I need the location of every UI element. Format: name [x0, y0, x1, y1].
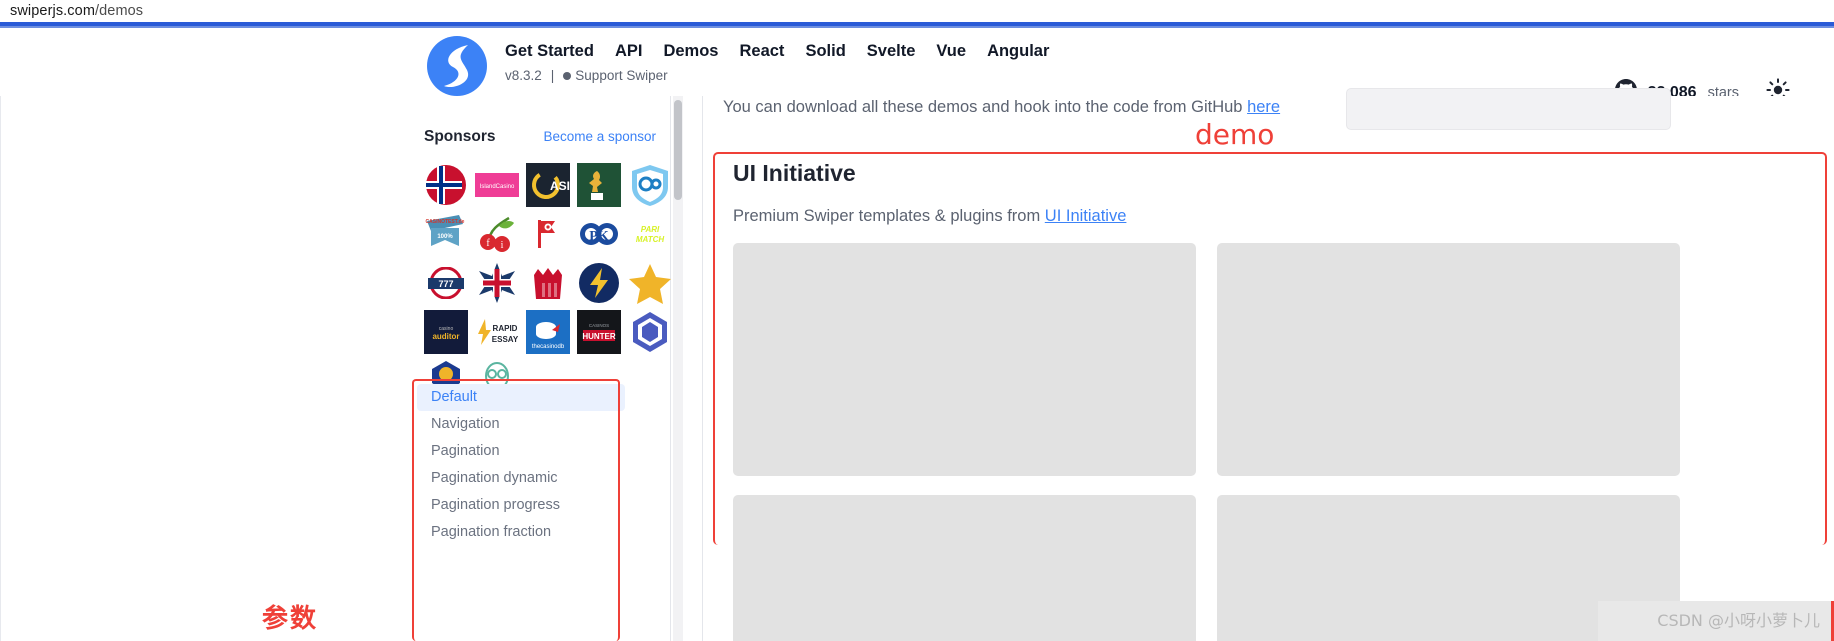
nav-get-started[interactable]: Get Started: [505, 42, 594, 61]
nav-svelte[interactable]: Svelte: [867, 42, 916, 61]
annotation-label-demo: demo: [1195, 118, 1275, 151]
demo-item-pagination-dynamic[interactable]: Pagination dynamic: [417, 465, 625, 492]
support-swiper-link[interactable]: Support Swiper: [563, 68, 668, 83]
header-nav-block: Get Started API Demos React Solid Svelte…: [505, 42, 1049, 83]
uk-flag-star-logo[interactable]: [475, 261, 519, 305]
version-label: v8.3.2: [505, 68, 542, 83]
svg-text:IslandCasino: IslandCasino: [480, 184, 515, 190]
crown-eagle-logo[interactable]: [526, 261, 570, 305]
nav-angular[interactable]: Angular: [987, 42, 1049, 61]
norway-flag-logo[interactable]: [424, 163, 468, 207]
support-swiper-label: Support Swiper: [575, 68, 668, 83]
nav-solid[interactable]: Solid: [805, 42, 845, 61]
vpn-shield-logo[interactable]: [628, 163, 672, 207]
nav-react[interactable]: React: [739, 42, 784, 61]
casi-logo[interactable]: ASI: [526, 163, 570, 207]
main-content-column: You can download all these demos and hoo…: [703, 88, 1834, 641]
tile-1[interactable]: [733, 243, 1196, 476]
ui-initiative-title: UI Initiative: [733, 160, 856, 186]
nav-demos[interactable]: Demos: [663, 42, 718, 61]
sidebar-scrollbar-thumb[interactable]: [674, 100, 682, 200]
demo-item-navigation[interactable]: Navigation: [417, 411, 625, 438]
casinotest-logo[interactable]: CASINOTEST.de 100%: [424, 212, 468, 256]
swiper-s-glyph: [444, 45, 469, 88]
sponsors-section: Sponsors Become a sponsor IslandCasino A…: [424, 128, 671, 403]
tile-2[interactable]: [1217, 243, 1680, 476]
lightning-bolt-logo[interactable]: [577, 261, 621, 305]
demo-tile-row-1: [733, 243, 1811, 476]
ui-initiative-link[interactable]: UI Initiative: [1045, 207, 1127, 225]
left-rail-divider: [0, 96, 1, 641]
become-a-sponsor-link[interactable]: Become a sponsor: [543, 129, 656, 144]
header-subnav: v8.3.2 | Support Swiper: [505, 68, 1049, 83]
sidebar-scrollbar-track[interactable]: [673, 96, 683, 641]
subnav-separator: |: [550, 68, 555, 83]
nav-vue[interactable]: Vue: [936, 42, 966, 61]
yellow-star-logo[interactable]: [628, 261, 672, 305]
svg-text:777: 777: [438, 279, 453, 289]
svg-text:thecasinodb: thecasinodb: [532, 344, 565, 350]
demo-item-default[interactable]: Default: [417, 384, 625, 411]
ui-initiative-card: UI Initiative Premium Swiper templates &…: [713, 152, 1827, 641]
casino-hunter-logo[interactable]: CASINOS HUNTER: [577, 310, 621, 354]
svg-text:MATCH: MATCH: [636, 235, 665, 244]
svg-text:RAPID: RAPID: [493, 324, 518, 333]
browser-url-bar[interactable]: swiperjs.com/demos: [0, 0, 1834, 22]
svg-text:auditor: auditor: [432, 332, 459, 341]
demo-item-pagination-progress[interactable]: Pagination progress: [417, 492, 625, 519]
demo-item-pagination-fraction[interactable]: Pagination fraction: [417, 519, 625, 546]
rapid-essay-logo[interactable]: RAPID ESSAY: [475, 310, 519, 354]
sponsors-title: Sponsors: [424, 128, 496, 145]
ui-initiative-subtitle-label: Premium Swiper templates & plugins from: [733, 207, 1045, 225]
url-text: swiperjs.com/demos: [10, 3, 143, 19]
green-slot-logo[interactable]: [577, 163, 621, 207]
svg-text:i: i: [501, 240, 504, 251]
sponsors-header: Sponsors Become a sponsor: [424, 128, 656, 146]
demos-menu: Default Navigation Pagination Pagination…: [417, 384, 625, 546]
demo-tile-grid: [733, 243, 1811, 641]
ui-initiative-subtitle: Premium Swiper templates & plugins from …: [733, 207, 1126, 226]
svg-text:ASI: ASI: [550, 179, 570, 193]
demo-item-pagination[interactable]: Pagination: [417, 438, 625, 465]
page-root: swiperjs.com/demos Get Started API Demos…: [0, 0, 1834, 641]
download-demos-text: You can download all these demos and hoo…: [723, 98, 1280, 117]
download-demos-text-label: You can download all these demos and hoo…: [723, 98, 1248, 116]
github-here-link[interactable]: here: [1247, 98, 1280, 116]
page-body: Sponsors Become a sponsor IslandCasino A…: [0, 88, 1834, 641]
swiper-logo[interactable]: [427, 36, 487, 96]
poker-chips-logo[interactable]: PK: [577, 212, 621, 256]
url-path: /demos: [95, 3, 144, 19]
svg-text:CASINOS: CASINOS: [589, 323, 609, 328]
seven-seven-seven-logo[interactable]: 777: [424, 261, 468, 305]
cherry-fruit-logo[interactable]: fi: [475, 212, 519, 256]
annotation-label-params: 参数: [262, 604, 319, 634]
site-header: Get Started API Demos React Solid Svelte…: [0, 28, 1834, 102]
thecasinodb-logo[interactable]: thecasinodb: [526, 310, 570, 354]
tile-3[interactable]: [733, 495, 1196, 641]
svg-text:ESSAY: ESSAY: [492, 335, 519, 344]
islandcasino-logo[interactable]: IslandCasino: [475, 163, 519, 207]
placeholder-box-top-right: [1346, 88, 1671, 130]
svg-text:PARI: PARI: [641, 225, 660, 234]
svg-text:CASINOTEST.de: CASINOTEST.de: [426, 219, 465, 225]
primary-nav: Get Started API Demos React Solid Svelte…: [505, 42, 1049, 61]
parimatch-logo[interactable]: PARI MATCH: [628, 212, 672, 256]
svg-text:PK: PK: [589, 229, 609, 244]
url-domain: swiperjs.com: [10, 3, 95, 19]
csdn-watermark: CSDN @小呀小萝卜儿: [1657, 611, 1820, 630]
hex-badge-logo[interactable]: [628, 310, 672, 354]
flag-chip-logo[interactable]: [526, 212, 570, 256]
nav-api[interactable]: API: [615, 42, 643, 61]
svg-text:HUNTER: HUNTER: [582, 332, 616, 341]
auditor-logo[interactable]: casino auditor: [424, 310, 468, 354]
sponsor-logo-grid: IslandCasino ASI CASINOTEST.de 100% fi P…: [424, 163, 671, 403]
svg-text:100%: 100%: [437, 234, 453, 240]
heart-dot-icon: [563, 72, 572, 80]
swiper-logo-icon: [427, 36, 487, 96]
